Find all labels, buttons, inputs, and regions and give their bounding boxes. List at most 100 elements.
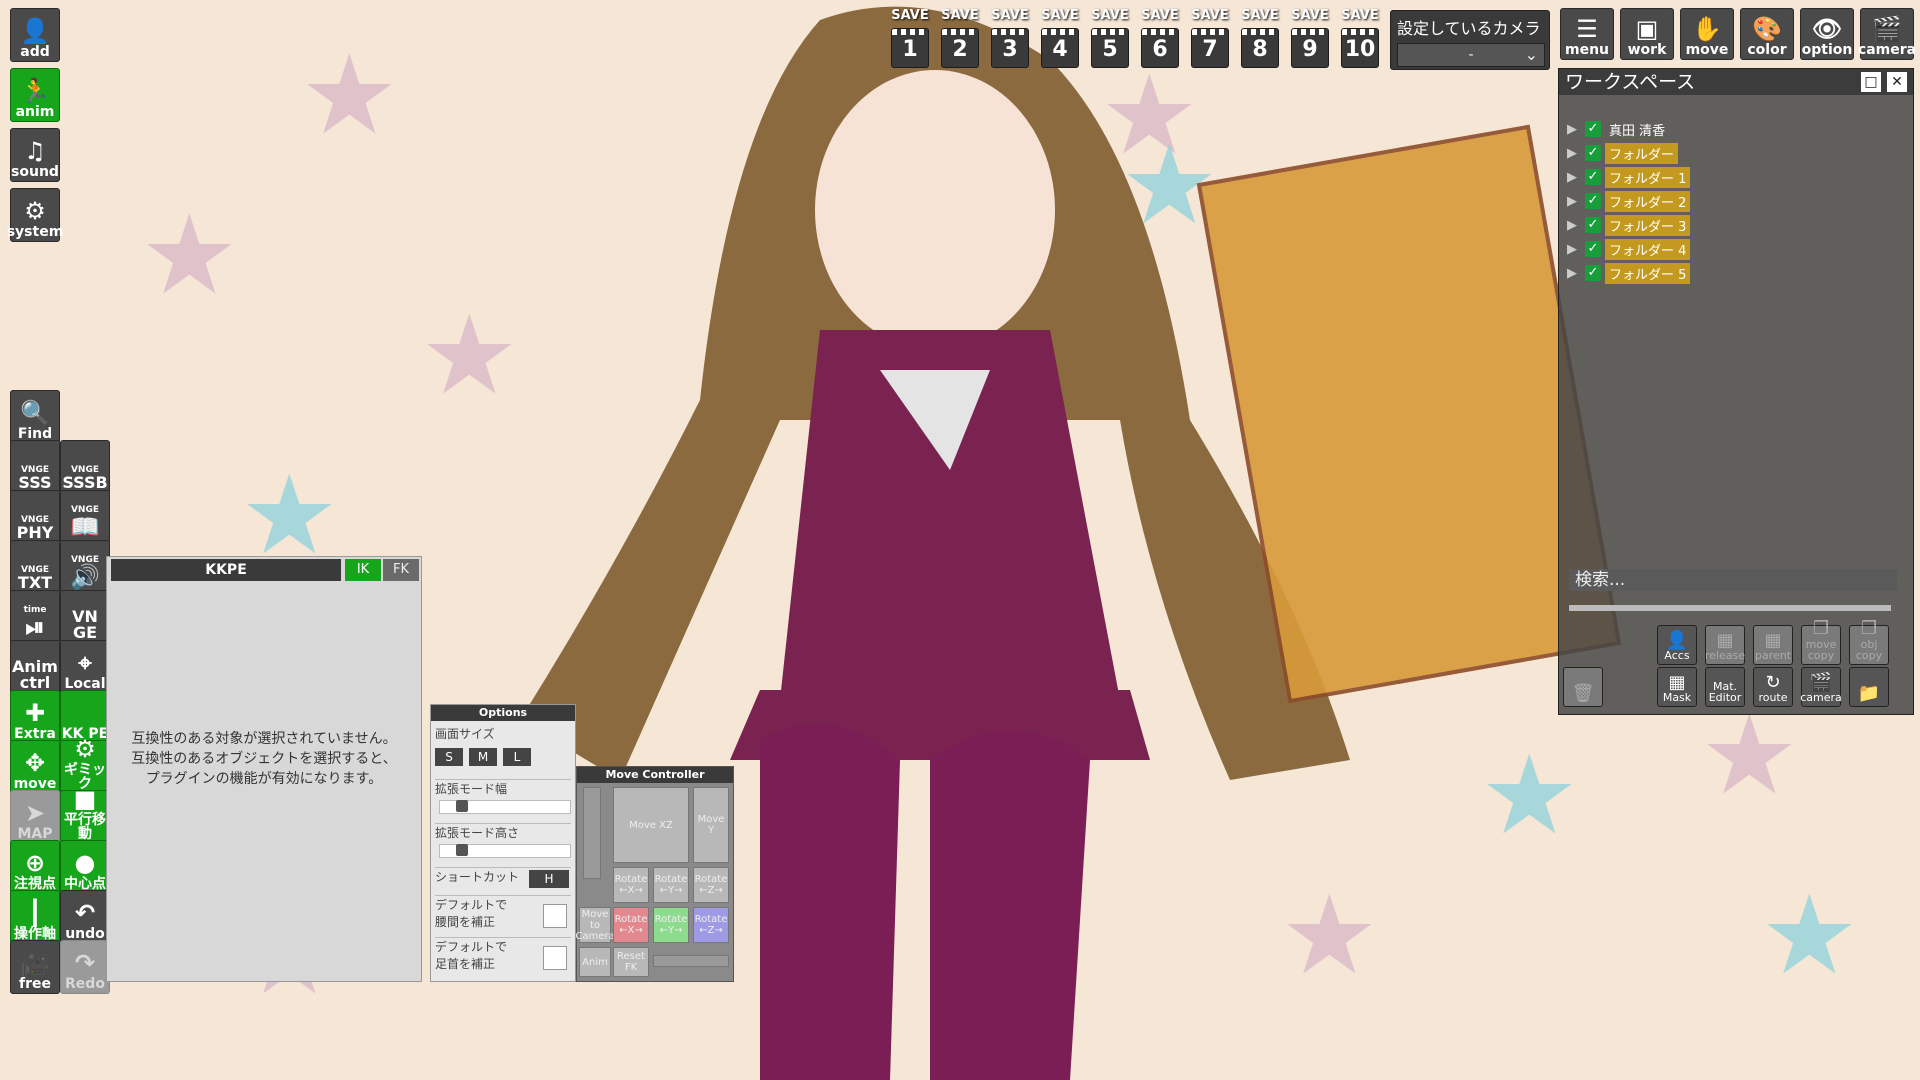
checkbox-checked-icon[interactable]: ✓ — [1585, 241, 1601, 257]
move-xz-pad[interactable]: Move XZ — [613, 787, 689, 863]
expand-arrow-icon[interactable]: ▶ — [1567, 266, 1585, 281]
save-slot-7[interactable]: SAVE 7 — [1188, 8, 1232, 70]
expand-height-slider[interactable] — [439, 844, 571, 858]
rotate-x-fine-button[interactable]: Rotate ←X→ — [613, 907, 649, 943]
workspace-search-input[interactable]: 検索... — [1569, 569, 1897, 591]
expand-arrow-icon[interactable]: ▶ — [1567, 122, 1585, 137]
menu-button[interactable]: ☰ menu — [1560, 8, 1614, 60]
mat-editor-button[interactable]: Mat. Editor — [1705, 667, 1745, 707]
color-button[interactable]: 🎨 color — [1740, 8, 1794, 60]
work-button[interactable]: ▣ work — [1620, 8, 1674, 60]
checkbox-checked-icon[interactable]: ✓ — [1585, 169, 1601, 185]
rotate-z-fine-button[interactable]: Rotate ←Z→ — [693, 907, 729, 943]
folder-button[interactable]: 📁 — [1849, 667, 1889, 707]
tree-item[interactable]: ▶ ✓ 真田 清香 — [1567, 117, 1897, 141]
time-button[interactable]: time ⏯ — [10, 590, 60, 644]
parent-button[interactable]: ▦ parent — [1753, 625, 1793, 665]
default-foot-checkbox[interactable] — [543, 946, 567, 970]
rotate-x-button[interactable]: Rotate ←X→ — [613, 867, 649, 903]
route-button[interactable]: ↻ route — [1753, 667, 1793, 707]
tree-item[interactable]: ▶ ✓ フォルダー 3 — [1567, 213, 1897, 237]
checkbox-checked-icon[interactable]: ✓ — [1585, 193, 1601, 209]
rotate-y-button[interactable]: Rotate ←Y→ — [653, 867, 689, 903]
expand-width-slider[interactable] — [439, 800, 571, 814]
undo-button[interactable]: ↶ undo — [60, 890, 110, 944]
find-button[interactable]: 🔍 Find — [10, 390, 60, 444]
tree-item[interactable]: ▶ ✓ フォルダー 1 — [1567, 165, 1897, 189]
anim-button-mc[interactable]: Anim — [579, 947, 611, 977]
move-hand-button[interactable]: ✋ move — [1680, 8, 1734, 60]
tree-item[interactable]: ▶ ✓ フォルダー — [1567, 141, 1897, 165]
fk-tab[interactable]: FK — [383, 559, 419, 581]
default-hip-checkbox[interactable] — [543, 904, 567, 928]
anim-ctrl-button[interactable]: Anim ctrl — [10, 640, 60, 694]
vnge-sssb-button[interactable]: VNGE SSSB — [60, 440, 110, 494]
size-m-button[interactable]: M — [469, 748, 497, 766]
save-slot-9[interactable]: SAVE 9 — [1288, 8, 1332, 70]
anim-button[interactable]: 🏃 anim — [10, 68, 60, 122]
move-to-camera-button[interactable]: Move to Camera — [575, 907, 615, 943]
delete-button[interactable]: 🗑 — [1563, 667, 1603, 707]
extra-button[interactable]: ✚ Extra — [10, 690, 60, 744]
vn-ge-button[interactable]: VN GE — [60, 590, 110, 644]
save-slot-3[interactable]: SAVE 3 — [988, 8, 1032, 70]
save-slot-5[interactable]: SAVE 5 — [1088, 8, 1132, 70]
vnge-phy-button[interactable]: VNGE PHY — [10, 490, 60, 544]
camera-dropdown[interactable]: - ⌄ — [1397, 43, 1545, 67]
sound-button[interactable]: ♫ sound — [10, 128, 60, 182]
expand-arrow-icon[interactable]: ▶ — [1567, 146, 1585, 161]
save-slot-2[interactable]: SAVE 2 — [938, 8, 982, 70]
release-button[interactable]: ▦ release — [1705, 625, 1745, 665]
add-button[interactable]: 👤 add — [10, 8, 60, 62]
obj-copy-button[interactable]: ❐ obj copy — [1849, 619, 1889, 665]
system-button[interactable]: ⚙ system — [7, 188, 63, 242]
gaze-point-button[interactable]: ⊕ 注視点 — [10, 840, 60, 894]
maximize-icon[interactable]: □ — [1861, 72, 1881, 92]
expand-arrow-icon[interactable]: ▶ — [1567, 242, 1585, 257]
parallel-move-button[interactable]: ■ 平行移動 — [60, 787, 110, 844]
center-point-button[interactable]: ● 中心点 — [60, 840, 110, 894]
free-camera-button[interactable]: 🎥 free — [10, 940, 60, 994]
slider-knob[interactable] — [455, 800, 468, 812]
tree-item[interactable]: ▶ ✓ フォルダー 4 — [1567, 237, 1897, 261]
accs-button[interactable]: 👤 Accs — [1657, 625, 1697, 665]
shortcut-key-button[interactable]: H — [529, 870, 569, 888]
vnge-speaker-button[interactable]: VNGE 🔊 — [60, 540, 110, 594]
move-button[interactable]: ✥ move — [10, 740, 60, 794]
rotate-y-fine-button[interactable]: Rotate ←Y→ — [653, 907, 689, 943]
checkbox-checked-icon[interactable]: ✓ — [1585, 121, 1601, 137]
move-copy-button[interactable]: ❐ move copy — [1801, 619, 1841, 665]
map-button[interactable]: ➤ MAP — [10, 790, 60, 844]
checkbox-checked-icon[interactable]: ✓ — [1585, 145, 1601, 161]
option-button[interactable]: 👁 option — [1800, 8, 1854, 60]
size-l-button[interactable]: L — [503, 748, 531, 766]
operation-axis-button[interactable]: ┃ 操作軸 — [10, 890, 60, 944]
close-icon[interactable]: ✕ — [1887, 72, 1907, 92]
vnge-book-button[interactable]: VNGE 📖 — [60, 490, 110, 544]
checkbox-checked-icon[interactable]: ✓ — [1585, 265, 1601, 281]
expand-arrow-icon[interactable]: ▶ — [1567, 218, 1585, 233]
local-button[interactable]: ⌖ Local — [60, 640, 110, 694]
save-slot-4[interactable]: SAVE 4 — [1038, 8, 1082, 70]
workspace-scrollbar[interactable] — [1569, 605, 1891, 611]
speed-slider[interactable] — [583, 787, 601, 879]
redo-button[interactable]: ↷ Redo — [60, 940, 110, 994]
save-slot-10[interactable]: SAVE 10 — [1338, 8, 1382, 70]
save-slot-8[interactable]: SAVE 8 — [1238, 8, 1282, 70]
size-s-button[interactable]: S — [435, 748, 463, 766]
expand-arrow-icon[interactable]: ▶ — [1567, 170, 1585, 185]
ws-camera-button[interactable]: 🎬 camera — [1800, 667, 1842, 707]
move-y-pad[interactable]: Move Y — [693, 787, 729, 863]
reset-fk-button[interactable]: Reset FK — [613, 947, 649, 977]
tree-item[interactable]: ▶ ✓ フォルダー 5 — [1567, 261, 1897, 285]
rotate-z-button[interactable]: Rotate ←Z→ — [693, 867, 729, 903]
camera-button[interactable]: 🎬 camera — [1858, 8, 1916, 60]
vnge-txt-button[interactable]: VNGE TXT — [10, 540, 60, 594]
save-slot-1[interactable]: SAVE 1 — [888, 8, 932, 70]
vnge-sss-button[interactable]: VNGE SSS — [10, 440, 60, 494]
expand-arrow-icon[interactable]: ▶ — [1567, 194, 1585, 209]
ik-tab[interactable]: IK — [345, 559, 381, 581]
slider-knob[interactable] — [455, 844, 468, 856]
mask-button[interactable]: ▦ Mask — [1657, 667, 1697, 707]
tree-item[interactable]: ▶ ✓ フォルダー 2 — [1567, 189, 1897, 213]
